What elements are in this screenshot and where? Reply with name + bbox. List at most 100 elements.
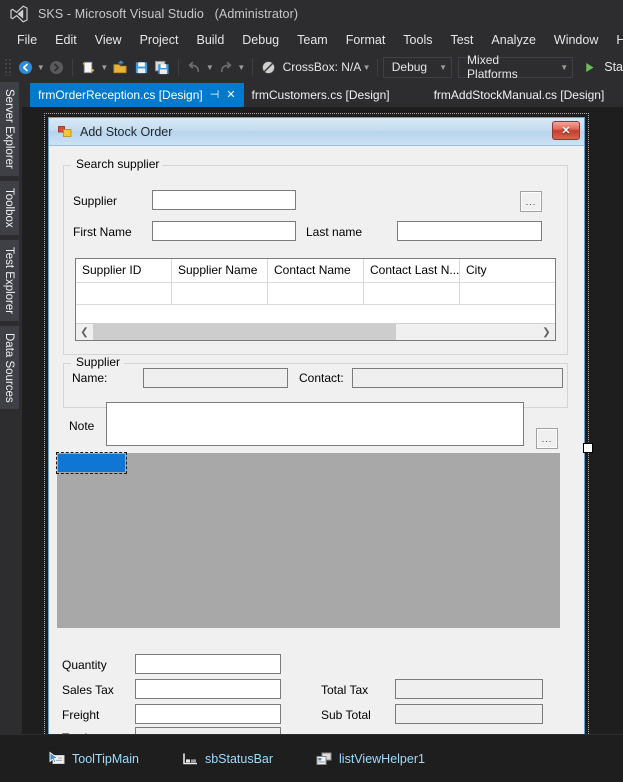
grid-column-supplier-name[interactable]: Supplier Name xyxy=(172,259,268,282)
quantity-input[interactable] xyxy=(135,654,281,674)
grid-cell[interactable] xyxy=(460,283,555,304)
form-title-bar: Add Stock Order ✕ xyxy=(49,118,584,146)
grid-column-supplier-id[interactable]: Supplier ID xyxy=(76,259,172,282)
save-all-icon[interactable] xyxy=(152,56,173,78)
menu-item-debug[interactable]: Debug xyxy=(233,31,288,49)
tab-label: frmOrderReception.cs [Design] xyxy=(38,88,203,102)
crossbox-dropdown-icon[interactable]: ▼ xyxy=(361,56,372,78)
toolbar-grip[interactable] xyxy=(4,58,13,76)
menu-item-edit[interactable]: Edit xyxy=(46,31,86,49)
window-title-admin: (Administrator) xyxy=(214,7,299,21)
menu-item-tools[interactable]: Tools xyxy=(394,31,441,49)
solution-platform-select[interactable]: Mixed Platforms ▼ xyxy=(458,53,574,81)
menu-item-format[interactable]: Format xyxy=(337,31,395,49)
tab-frm-customers[interactable]: frmCustomers.cs [Design] xyxy=(244,83,398,107)
chevron-left-icon[interactable]: ❮ xyxy=(76,324,93,340)
undo-icon[interactable] xyxy=(184,56,205,78)
navigate-back-icon[interactable] xyxy=(15,56,36,78)
scrollbar-track[interactable] xyxy=(93,324,538,340)
supplier-name-value-field[interactable] xyxy=(143,368,288,388)
redo-dropdown-icon[interactable]: ▼ xyxy=(236,56,247,78)
tray-item-sb-status-bar[interactable]: sbStatusBar xyxy=(181,751,273,767)
first-name-input[interactable] xyxy=(152,221,296,241)
groupbox-border-right xyxy=(147,165,567,166)
menu-item-window[interactable]: Window xyxy=(545,31,607,49)
sidebar-item-data-sources[interactable]: Data Sources xyxy=(0,325,19,410)
chevron-down-icon: ▼ xyxy=(560,62,569,72)
grid-cell[interactable] xyxy=(76,283,172,304)
solution-platform-value: Mixed Platforms xyxy=(467,53,518,81)
groupbox-border-left xyxy=(64,165,71,166)
save-icon[interactable] xyxy=(131,56,152,78)
total-tax-field[interactable] xyxy=(395,679,543,699)
menu-item-view[interactable]: View xyxy=(86,31,131,49)
pin-icon[interactable]: ⊣ xyxy=(210,89,220,101)
grid-header-row: Supplier ID Supplier Name Contact Name C… xyxy=(76,259,555,283)
start-play-icon[interactable] xyxy=(579,56,600,78)
form-title: Add Stock Order xyxy=(80,124,173,139)
new-project-dropdown-icon[interactable]: ▼ xyxy=(99,56,110,78)
menu-item-test[interactable]: Test xyxy=(441,31,482,49)
tray-item-label: ToolTipMain xyxy=(72,751,139,766)
total-field[interactable] xyxy=(135,727,281,734)
grid-empty-row[interactable] xyxy=(76,283,555,305)
menu-item-project[interactable]: Project xyxy=(131,31,188,49)
chevron-right-icon[interactable]: ❯ xyxy=(538,324,555,340)
sidebar-item-toolbox[interactable]: Toolbox xyxy=(0,180,19,235)
form-designer-icon xyxy=(57,124,73,140)
start-debug-label[interactable]: Sta xyxy=(604,60,623,74)
sidebar-item-test-explorer[interactable]: Test Explorer xyxy=(0,239,19,321)
visual-studio-window: SKS - Microsoft Visual Studio (Administr… xyxy=(0,0,623,782)
grid-cell[interactable] xyxy=(268,283,364,304)
tooltip-component-icon xyxy=(48,751,66,767)
menu-item-analyze[interactable]: Analyze xyxy=(482,31,544,49)
close-icon[interactable]: ✕ xyxy=(226,89,235,101)
listview-selected-column-header[interactable] xyxy=(56,452,127,474)
supplier-browse-button[interactable]: ... xyxy=(520,191,542,212)
redo-icon[interactable] xyxy=(215,56,236,78)
tab-frm-add-stock-manual[interactable]: frmAddStockManual.cs [Design] xyxy=(426,83,613,107)
note-textarea[interactable] xyxy=(106,402,524,446)
add-stock-order-form: Add Stock Order ✕ Search supplier Suppli… xyxy=(48,117,585,734)
window-title-app: SKS - Microsoft Visual Studio xyxy=(38,7,204,21)
supplier-contact-value-field[interactable] xyxy=(352,368,563,388)
sales-tax-input[interactable] xyxy=(135,679,281,699)
scrollbar-thumb[interactable] xyxy=(93,324,396,340)
form-resize-handle-right[interactable] xyxy=(583,443,593,453)
total-tax-label: Total Tax xyxy=(321,683,369,697)
supplier-results-grid[interactable]: Supplier ID Supplier Name Contact Name C… xyxy=(75,258,556,341)
navigate-back-dropdown-icon[interactable]: ▼ xyxy=(36,56,47,78)
stock-items-listview[interactable] xyxy=(56,452,560,628)
sub-total-field[interactable] xyxy=(395,704,543,724)
form-client-area: Search supplier Supplier ... First Name … xyxy=(49,147,584,734)
undo-dropdown-icon[interactable]: ▼ xyxy=(205,56,216,78)
navigate-forward-icon[interactable] xyxy=(46,56,67,78)
freight-input[interactable] xyxy=(135,704,281,724)
menu-item-help[interactable]: H xyxy=(607,31,623,49)
menu-item-file[interactable]: File xyxy=(8,31,46,49)
grid-column-contact-last-name[interactable]: Contact Last N... xyxy=(364,259,460,282)
menu-item-build[interactable]: Build xyxy=(187,31,233,49)
note-label: Note xyxy=(69,419,95,433)
sidebar-item-server-explorer[interactable]: Server Explorer xyxy=(0,82,19,176)
tray-item-tooltip-main[interactable]: ToolTipMain xyxy=(48,751,139,767)
menu-item-team[interactable]: Team xyxy=(288,31,337,49)
form-designer-surface[interactable]: Add Stock Order ✕ Search supplier Suppli… xyxy=(22,107,623,734)
tray-item-list-view-helper[interactable]: listViewHelper1 xyxy=(315,751,425,767)
form-close-button[interactable]: ✕ xyxy=(552,121,580,140)
tab-label: frmAddStockManual.cs [Design] xyxy=(433,88,605,102)
grid-cell[interactable] xyxy=(364,283,460,304)
note-browse-button[interactable]: ... xyxy=(536,428,558,449)
crossbox-status-label[interactable]: CrossBox: N/A xyxy=(283,60,362,74)
new-project-icon[interactable] xyxy=(78,56,99,78)
grid-cell[interactable] xyxy=(172,283,268,304)
grid-column-contact-name[interactable]: Contact Name xyxy=(268,259,364,282)
supplier-input[interactable] xyxy=(152,190,296,210)
last-name-input[interactable] xyxy=(397,221,542,241)
solution-configuration-select[interactable]: Debug ▼ xyxy=(382,56,453,78)
tab-frm-order-reception[interactable]: frmOrderReception.cs [Design] ⊣ ✕ xyxy=(30,83,244,107)
grid-column-city[interactable]: City xyxy=(460,259,555,282)
grid-horizontal-scrollbar[interactable]: ❮ ❯ xyxy=(76,323,555,340)
crossbox-disabled-icon[interactable] xyxy=(258,56,279,78)
open-file-icon[interactable] xyxy=(110,56,131,78)
